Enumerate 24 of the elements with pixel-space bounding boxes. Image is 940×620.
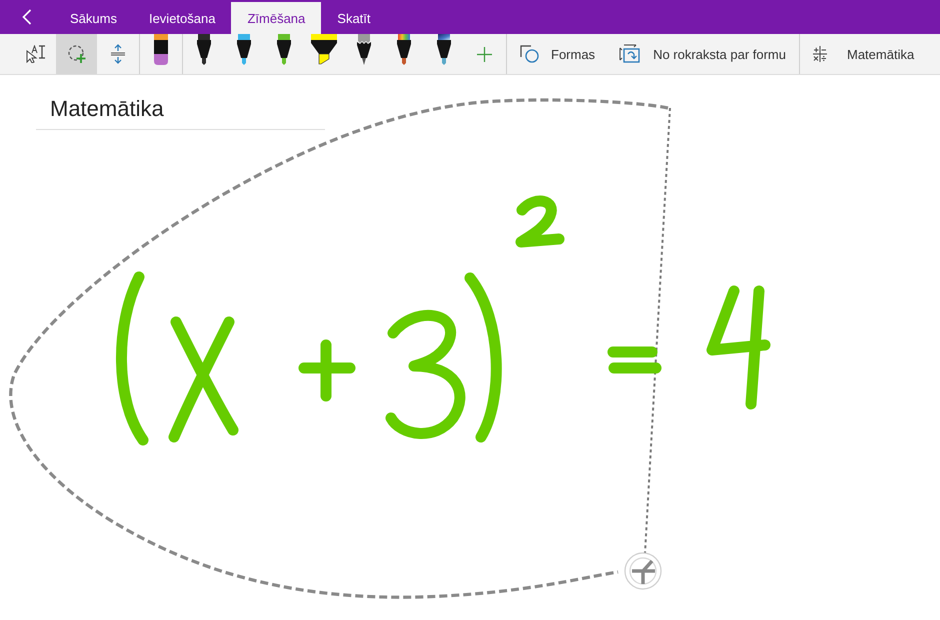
shapes-icon [520, 45, 540, 63]
ribbon-tab[interactable]: Zīmēšana [231, 2, 322, 34]
pen-icon [196, 34, 212, 66]
galaxy-pen-icon [436, 34, 452, 66]
shapes-button[interactable]: Formas [508, 34, 608, 74]
rainbow-pen-icon [396, 34, 412, 66]
highlighter-icon [310, 34, 338, 66]
math-button[interactable]: Matemātika [801, 34, 926, 74]
page-title: Matemātika [36, 95, 325, 130]
lasso-type-icon [24, 45, 46, 63]
lasso-select-icon [66, 44, 86, 64]
ink-to-shape-icon [619, 44, 642, 64]
pen-icon [236, 34, 252, 66]
rotate-handle-icon[interactable] [624, 552, 662, 590]
add-space-icon [110, 44, 126, 64]
ribbon-tab[interactable]: Skatīt [321, 2, 387, 34]
pen-icon [276, 34, 292, 66]
math-icon [813, 46, 827, 62]
ink-to-shape-button[interactable]: No rokraksta par formu [607, 34, 798, 74]
eraser-icon [153, 34, 169, 66]
ribbon-tab[interactable]: Ievietošana [132, 2, 232, 34]
plus-icon [477, 46, 492, 62]
ribbon-tab[interactable]: Sākums [54, 2, 133, 34]
pencil-icon [356, 34, 372, 66]
